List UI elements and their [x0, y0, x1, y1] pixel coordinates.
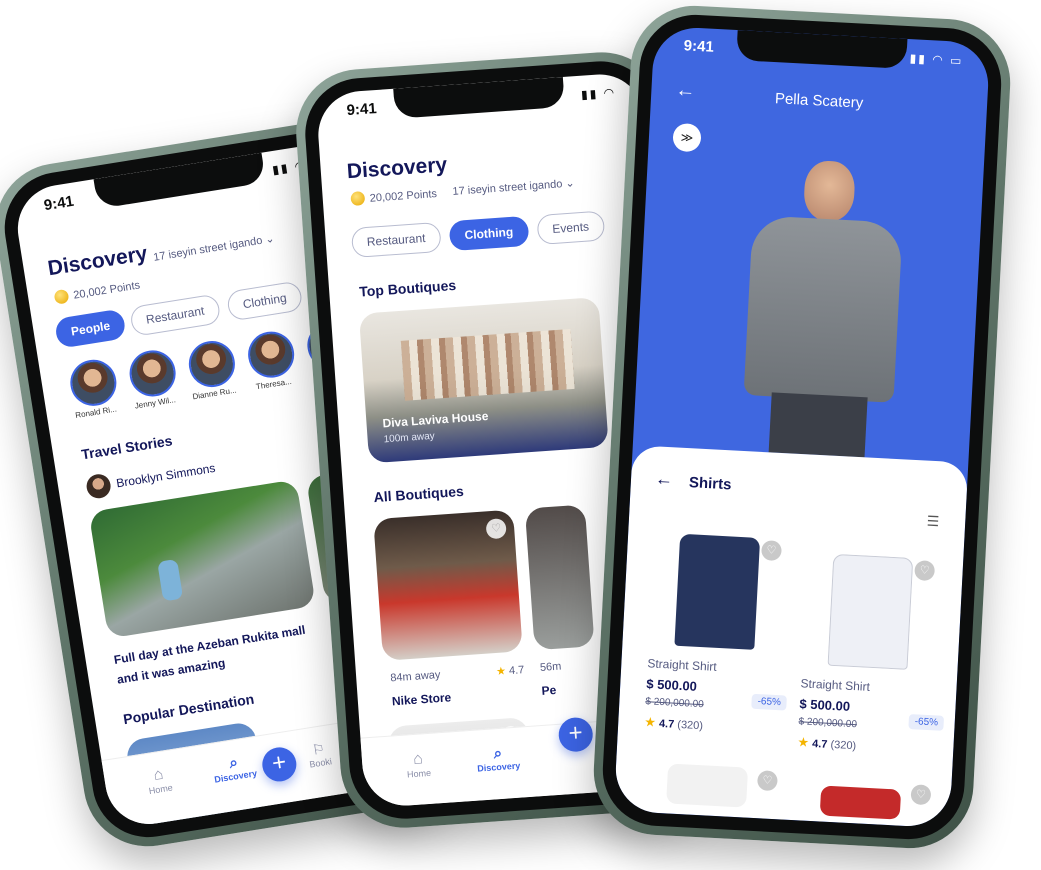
phone-right: 9:41 ▮▮ ◠ ▭ ← Pella Scatery ≫ ← Shirts ☰… [590, 2, 1014, 852]
brand-logo-icon: ≫ [672, 122, 702, 153]
avatar[interactable] [126, 347, 179, 400]
points-label: 20,002 Points [350, 186, 437, 207]
nav-home[interactable]: ⌂ Home [137, 763, 181, 797]
status-time: 9:41 [42, 192, 76, 215]
section-title-popular: Popular Destination [122, 690, 256, 728]
store-card-image-next[interactable] [524, 504, 595, 651]
product-old-price: $ 200,000.00 [645, 696, 705, 711]
avatar-name: Ronald Ri... [74, 404, 118, 420]
back-arrow-icon[interactable]: ← [655, 468, 674, 490]
screen-right: 9:41 ▮▮ ◠ ▭ ← Pella Scatery ≫ ← Shirts ☰… [613, 25, 991, 829]
status-time: 9:41 [683, 37, 715, 56]
product-name: Straight Shirt [647, 656, 718, 674]
model-figure [733, 151, 918, 459]
heart-icon[interactable]: ♡ [914, 560, 936, 582]
nav-home[interactable]: ⌂ Home [398, 749, 440, 780]
avatar-name: Theresa... [255, 376, 293, 392]
star-icon: ★ [797, 734, 810, 750]
heart-icon[interactable]: ♡ [910, 784, 932, 806]
star-icon: ★ [643, 714, 657, 730]
chip-clothing[interactable]: Clothing [225, 280, 304, 322]
product-name: Straight Shirt [800, 676, 871, 694]
nav-discovery[interactable]: ⌕ Discovery [467, 743, 529, 774]
product-rating: ★ 4.7 (320) [643, 714, 704, 733]
status-time: 9:41 [346, 100, 378, 120]
heart-icon[interactable]: ♡ [485, 518, 507, 540]
store-rating: ★ 4.7 [495, 664, 525, 679]
heart-icon[interactable]: ♡ [760, 540, 783, 562]
chip-restaurant[interactable]: Restaurant [128, 293, 222, 337]
avatar[interactable] [185, 337, 239, 391]
signal-icon: ▮▮ ◠ ▭ [909, 51, 964, 68]
heart-icon[interactable]: ♡ [756, 770, 778, 792]
store-distance-next: 56m [539, 660, 562, 674]
store-name-next: Pe [541, 682, 557, 698]
discount-badge: -65% [751, 693, 788, 711]
section-title-top: Top Boutiques [358, 276, 457, 300]
address-selector[interactable]: 17 iseyin street igando ⌄ [452, 176, 575, 198]
points-label: 20,002 Points [53, 277, 141, 305]
product-sheet: ← Shirts ☰ ♡ Straight Shirt $ 500.00 $ 2… [613, 445, 969, 829]
page-title: Discovery [46, 241, 149, 281]
coin-icon [350, 191, 366, 207]
boutique-distance: 100m away [383, 430, 436, 446]
avatar-name: Jenny Wil... [134, 395, 177, 411]
product-image[interactable]: ♡ [819, 784, 932, 820]
store-title: Pella Scatery [774, 90, 864, 112]
address-selector[interactable]: 17 iseyin street igando ⌄ [152, 232, 276, 264]
product-image[interactable]: ♡ [644, 528, 790, 655]
product-price: $ 500.00 [799, 696, 851, 714]
story-image[interactable] [88, 479, 316, 639]
store-card-image[interactable]: ♡ [373, 509, 523, 661]
page-title: Discovery [346, 153, 448, 184]
nav-bookings[interactable]: ⚐ Booki [297, 738, 341, 771]
avatar-name: Dianne Ru... [191, 385, 238, 402]
section-title-all: All Boutiques [373, 482, 465, 506]
star-icon: ★ [495, 665, 507, 679]
filter-icon[interactable]: ☰ [926, 513, 939, 531]
chip-people[interactable]: People [53, 308, 128, 349]
avatar [84, 472, 113, 500]
section-title-travel: Travel Stories [80, 432, 174, 463]
store-name: Nike Store [391, 690, 452, 709]
chevron-down-icon: ⌄ [264, 232, 276, 247]
chevron-down-icon: ⌄ [565, 177, 576, 191]
product-price: $ 500.00 [645, 676, 698, 694]
boutique-name: Diva Laviva House [382, 408, 489, 431]
chip-clothing[interactable]: Clothing [448, 215, 530, 252]
section-title: Shirts [688, 474, 732, 494]
avatar[interactable] [67, 356, 120, 410]
product-old-price: $ 200,000.00 [798, 716, 858, 731]
top-boutique-card[interactable]: Diva Laviva House 100m away [358, 297, 609, 464]
story-author: Brooklyn Simmons [115, 460, 217, 491]
product-image[interactable]: ♡ [797, 548, 943, 675]
store-distance: 84m away [389, 668, 441, 685]
nav-discovery[interactable]: ⌕ Discovery [203, 750, 266, 786]
chip-restaurant[interactable]: Restaurant [350, 221, 442, 259]
coin-icon [53, 288, 70, 305]
chip-events[interactable]: Events [536, 210, 606, 246]
product-rating: ★ 4.7 (320) [797, 734, 857, 753]
avatar[interactable] [244, 328, 298, 381]
discount-badge: -65% [908, 713, 945, 731]
signal-icon: ▮▮ ◠ [580, 85, 617, 102]
product-image[interactable]: ♡ [666, 763, 778, 808]
